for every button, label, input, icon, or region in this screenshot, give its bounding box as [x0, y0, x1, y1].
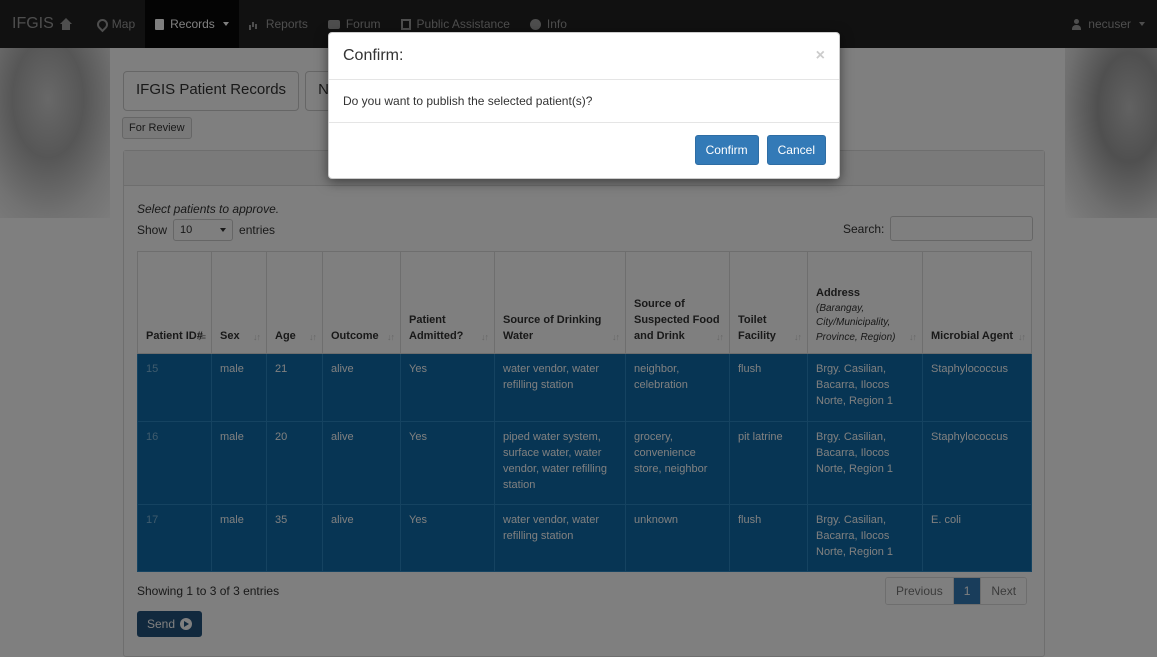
modal-title: Confirm: — [343, 47, 404, 64]
modal-footer: Confirm Cancel — [329, 123, 839, 177]
confirm-button[interactable]: Confirm — [694, 135, 759, 165]
close-icon[interactable]: × — [816, 47, 825, 65]
modal-message: Do you want to publish the selected pati… — [329, 80, 839, 123]
modal-header: Confirm: × — [329, 33, 839, 80]
cancel-button[interactable]: Cancel — [766, 135, 826, 165]
confirm-dialog: Confirm: × Do you want to publish the se… — [328, 32, 840, 179]
